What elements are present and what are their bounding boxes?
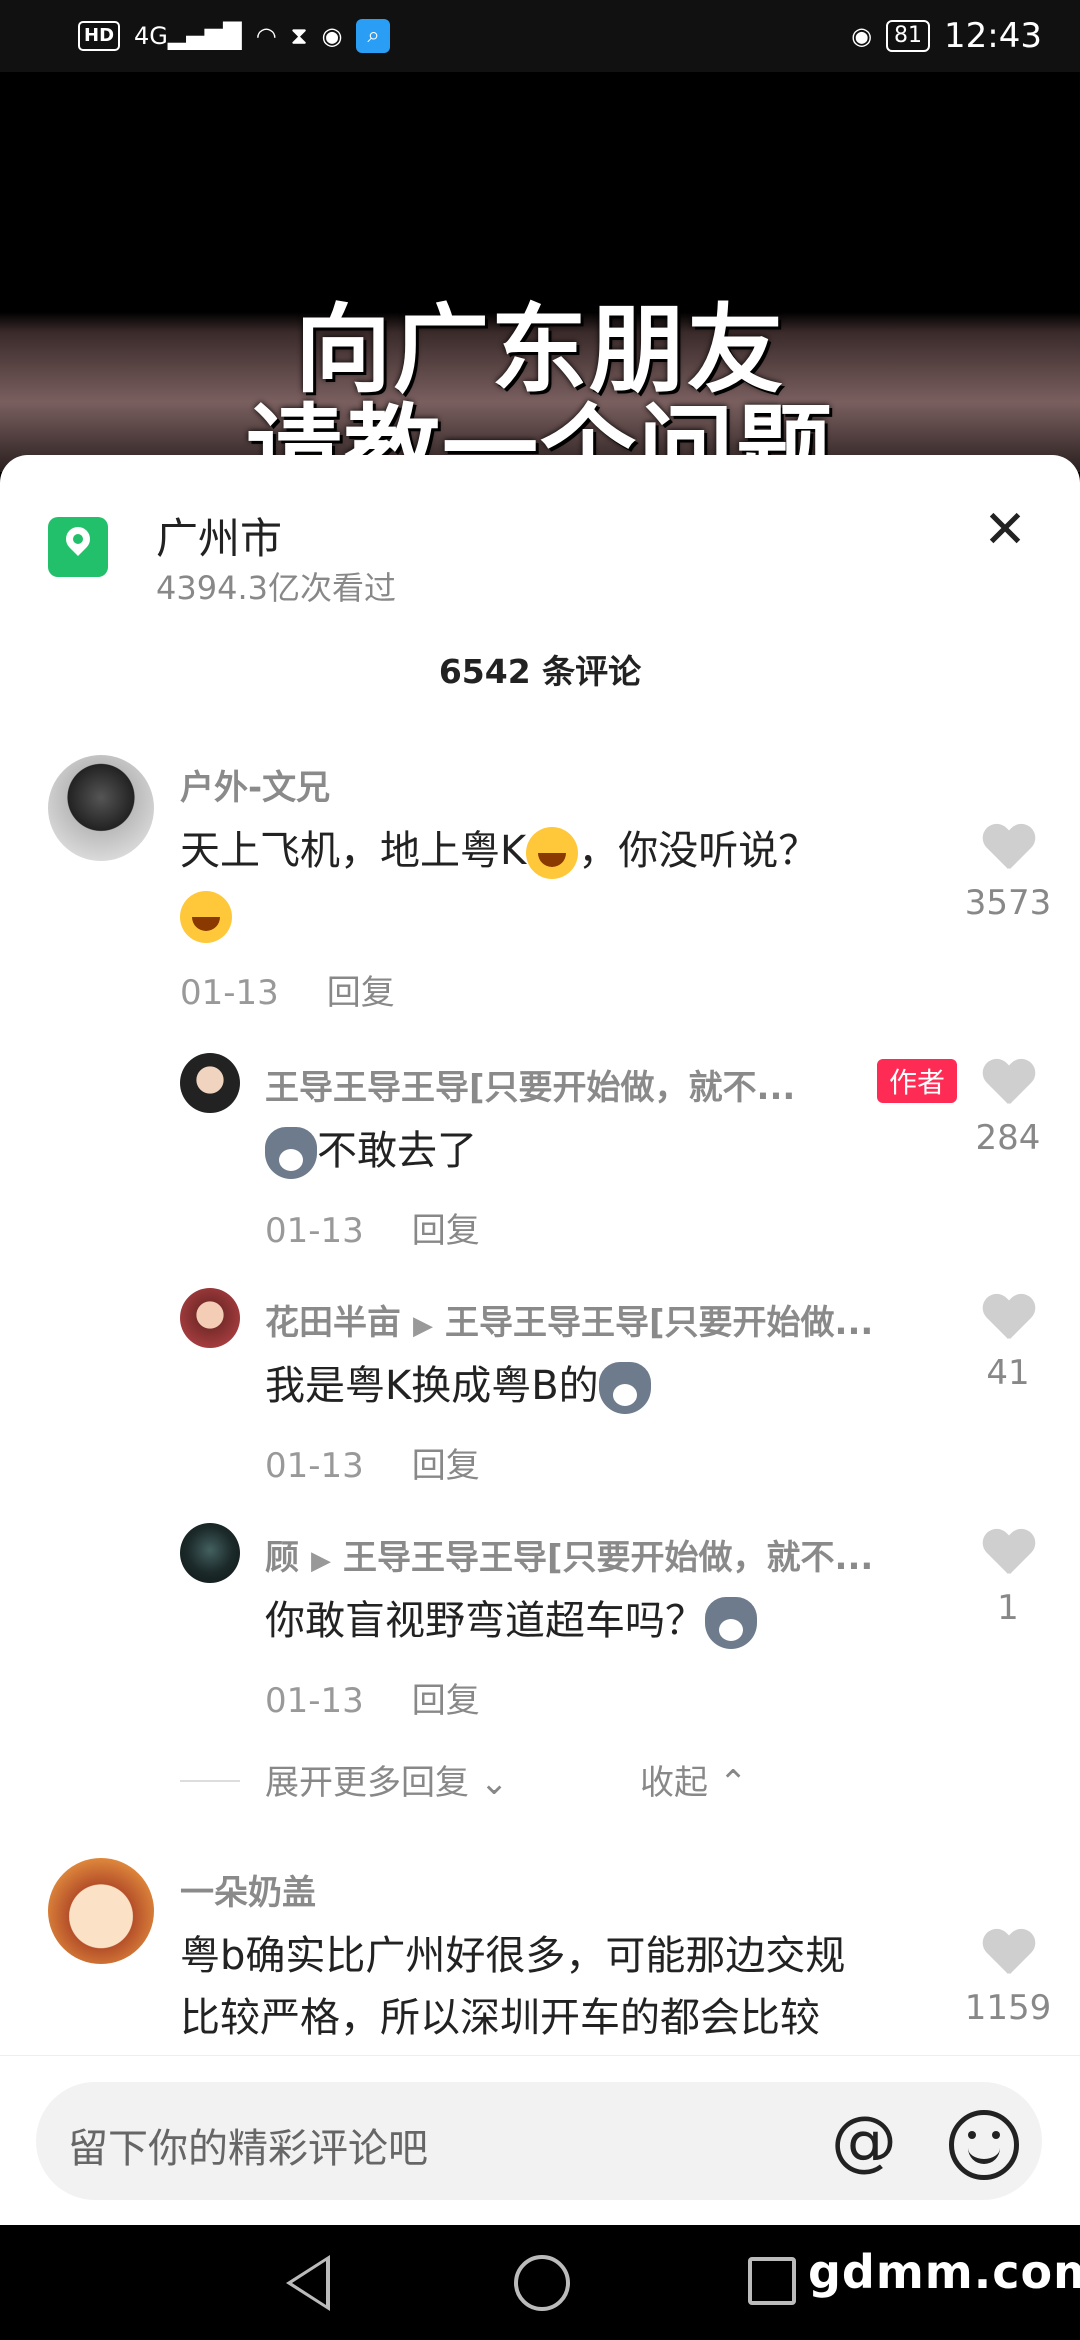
comment-username[interactable]: 一朵奶盖 [180, 1865, 316, 1914]
chevron-down-icon: ⌄ [479, 1763, 509, 1803]
wifi-icon: ◠ [255, 22, 277, 50]
status-left-icons: HD 4G▂▄▆█ ◠ ⧗ ◉ ⌕ [78, 18, 391, 54]
comment-text: 我是粤K换成粤B的 [265, 1355, 945, 1417]
comment-username[interactable]: 王导王导王导[只要开始做，就不... [265, 1060, 795, 1109]
comment-username[interactable]: 户外-文兄 [180, 760, 330, 809]
hd-icon: HD [78, 21, 121, 51]
battery-indicator: 81 [886, 20, 931, 52]
laugh-cry-emoji-icon [180, 891, 232, 943]
avatar[interactable] [180, 1053, 240, 1113]
system-nav-bar: gdmm.com [0, 2225, 1080, 2340]
avatar[interactable] [180, 1288, 240, 1348]
emoji-icon[interactable] [949, 2110, 1019, 2180]
author-badge: 作者 [877, 1059, 958, 1103]
reply-button[interactable]: 回复 [412, 1446, 480, 1486]
comment-meta: 01-13 回复 [180, 965, 395, 1014]
reply-arrow-icon: ▶ [311, 1546, 331, 1576]
location-views: 4394.3亿次看过 [156, 569, 396, 607]
search-app-icon: ⌕ [356, 19, 391, 53]
avatar[interactable] [48, 1858, 154, 1964]
reply-button[interactable]: 回复 [327, 973, 395, 1013]
comment-username[interactable]: 花田半亩 ▶ 王导王导王导[只要开始做... [265, 1295, 873, 1344]
divider [180, 1780, 240, 1782]
expand-replies-button[interactable]: 展开更多回复 ⌄ [265, 1755, 508, 1804]
comment-text: 你敢盲视野弯道超车吗？ [265, 1590, 945, 1652]
comment-text: 不敢去了 [265, 1120, 945, 1182]
recent-apps-icon[interactable] [748, 2257, 796, 2305]
mention-icon[interactable]: @ [831, 2102, 897, 2179]
watermark: gdmm.com [808, 2245, 1080, 2299]
comment-input-placeholder: 留下你的精彩评论吧 [68, 2126, 428, 2172]
comments-sheet: 广州市 4394.3亿次看过 ✕ 6542 条评论 户外-文兄 天上飞机，地上粤… [0, 455, 1080, 2225]
comment-input[interactable]: 留下你的精彩评论吧 @ [36, 2082, 1042, 2200]
like-button[interactable]: 41 [953, 1295, 1063, 1393]
like-count: 284 [975, 1118, 1041, 1158]
location-title[interactable]: 广州市 [156, 505, 282, 566]
heart-icon [982, 1930, 1034, 1976]
husky-emoji-icon [265, 1127, 317, 1179]
like-count: 1 [997, 1588, 1019, 1628]
eye-icon: ◉ [851, 22, 873, 50]
comment-meta: 01-13 回复 [265, 1438, 480, 1487]
comment-text: 天上飞机，地上粤K ，你没听说？ [180, 820, 960, 944]
collapse-replies-button[interactable]: 收起 ⌃ [640, 1755, 747, 1804]
wechat-icon: ◉ [321, 22, 343, 50]
reply-button[interactable]: 回复 [412, 1211, 480, 1251]
heart-icon [982, 1060, 1034, 1106]
comment-date: 01-13 [265, 1681, 364, 1721]
like-button[interactable]: 284 [953, 1060, 1063, 1158]
comment-date: 01-13 [265, 1446, 364, 1486]
clock: 12:43 [944, 16, 1042, 56]
comment-date: 01-13 [265, 1211, 364, 1251]
hourglass-icon: ⧗ [290, 22, 308, 50]
back-icon[interactable] [286, 2255, 330, 2311]
comment-text: 粤b确实比广州好很多，可能那边交规 比较严格，所以深圳开车的都会比较 [180, 1933, 846, 2041]
location-pin-icon[interactable] [48, 517, 108, 577]
comment-meta: 01-13 回复 [265, 1673, 480, 1722]
like-count: 1159 [964, 1988, 1052, 2028]
video-player[interactable]: 向广东朋友 请教一个问题 [0, 72, 1080, 472]
avatar[interactable] [180, 1523, 240, 1583]
husky-emoji-icon [598, 1362, 651, 1414]
status-bar: HD 4G▂▄▆█ ◠ ⧗ ◉ ⌕ ◉ 81 12:43 [0, 0, 1080, 72]
home-icon[interactable] [514, 2255, 570, 2311]
comment-input-bar: 留下你的精彩评论吧 @ [0, 2055, 1080, 2226]
close-icon[interactable]: ✕ [975, 500, 1035, 560]
husky-emoji-icon [705, 1597, 757, 1649]
reply-arrow-icon: ▶ [413, 1311, 433, 1341]
signal-4g-icon: 4G▂▄▆█ [134, 22, 242, 50]
laugh-cry-emoji-icon [526, 827, 579, 879]
heart-icon [982, 1295, 1034, 1341]
comment-date: 01-13 [180, 973, 279, 1013]
reply-button[interactable]: 回复 [412, 1681, 480, 1721]
like-count: 41 [986, 1353, 1030, 1393]
avatar[interactable] [48, 755, 154, 861]
comment-meta: 01-13 回复 [265, 1203, 480, 1252]
heart-icon [982, 1530, 1034, 1576]
comment-username[interactable]: 顾 ▶ 王导王导王导[只要开始做，就不... [265, 1530, 873, 1579]
comments-count: 6542 条评论 [438, 652, 642, 691]
like-button[interactable]: 1 [953, 1530, 1063, 1628]
like-button[interactable]: 3573 [953, 825, 1063, 923]
like-count: 3573 [964, 883, 1052, 923]
chevron-up-icon: ⌃ [718, 1763, 748, 1803]
like-button[interactable]: 1159 [953, 1930, 1063, 2028]
status-right: ◉ 81 12:43 [851, 14, 1042, 58]
heart-icon [982, 825, 1034, 871]
